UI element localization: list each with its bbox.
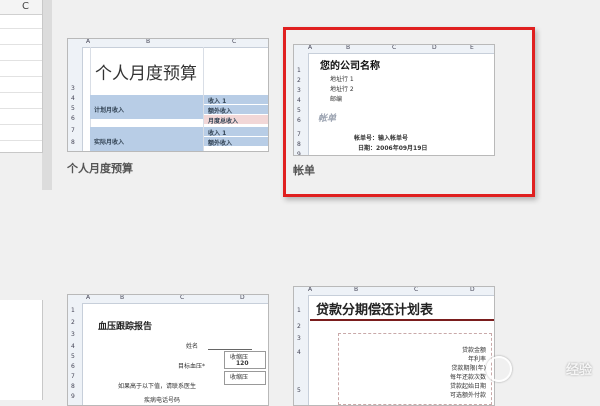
row-number: 3 xyxy=(71,331,75,338)
row-number: 5 xyxy=(297,387,301,394)
column-label: C xyxy=(414,286,419,293)
column-label: A xyxy=(86,294,91,301)
row-number: 1 xyxy=(71,307,75,314)
field-label: 目标血压* xyxy=(178,363,206,370)
grid-line xyxy=(0,124,42,125)
template-caption[interactable]: 帐单 xyxy=(293,162,315,178)
template-thumbnail-partial[interactable] xyxy=(0,300,43,400)
row-header: 1 2 3 4 5 6 7 8 9 xyxy=(68,303,83,405)
row-number: 7 xyxy=(71,127,75,134)
cell-label: 月度总收入 xyxy=(208,118,239,125)
template-thumbnail-blood-pressure[interactable]: A B C D 1 2 3 4 5 6 7 8 9 血压跟踪报告 姓名 收缩压 … xyxy=(67,294,269,406)
template-title: 个人月度预算 xyxy=(95,64,197,84)
row-number: 4 xyxy=(71,343,75,350)
watermark-icon xyxy=(486,356,512,382)
column-label: C xyxy=(232,38,237,45)
field-label: 姓名 xyxy=(186,343,199,350)
column-header: A B C xyxy=(68,39,268,48)
column-label: B xyxy=(354,286,359,293)
loan-field: 贷款起始日期 xyxy=(449,383,486,390)
column-header: C xyxy=(0,0,42,15)
template-caption[interactable]: 个人月度预算 xyxy=(67,160,133,176)
column-label: D xyxy=(240,294,245,301)
cell-label: 额外收入 xyxy=(208,108,233,115)
row-label: 计划月收入 xyxy=(94,107,125,114)
grid-line xyxy=(0,28,42,29)
column-header: A B C D xyxy=(294,287,494,296)
selection-highlight xyxy=(283,27,535,197)
row-number: 8 xyxy=(71,139,75,146)
grid-line xyxy=(0,44,42,45)
row-number: 4 xyxy=(71,95,75,102)
row-number: 5 xyxy=(71,353,75,360)
template-thumbnail-loan-amortization[interactable]: A B C D 1 2 3 4 5 贷款分期偿还计划表 贷款金额 年利率 贷款期… xyxy=(293,286,495,406)
title-underline xyxy=(310,319,494,321)
row-number: 5 xyxy=(71,105,75,112)
column-label: A xyxy=(86,38,91,45)
row-number: 4 xyxy=(297,349,301,356)
row-number: 9 xyxy=(71,393,75,400)
row-header: 1 2 3 4 5 xyxy=(294,295,309,405)
grid-line xyxy=(0,60,42,61)
column-label: C xyxy=(22,1,29,12)
row-number: 6 xyxy=(71,363,75,370)
column-header: A B C D xyxy=(68,295,268,304)
grid-line xyxy=(0,108,42,109)
cell-label: 收入 1 xyxy=(208,98,227,105)
template-title: 贷款分期偿还计划表 xyxy=(316,303,434,318)
target-value: 120 xyxy=(236,360,249,367)
row-number: 7 xyxy=(71,373,75,380)
column-label: B xyxy=(146,38,151,45)
grid-line xyxy=(0,76,42,77)
loan-field: 贷款期限(年) xyxy=(451,365,486,372)
row-number: 3 xyxy=(71,85,75,92)
row-number: 6 xyxy=(71,115,75,122)
row-number: 2 xyxy=(297,323,301,330)
row-number: 1 xyxy=(297,307,301,314)
template-title: 血压跟踪报告 xyxy=(98,322,153,332)
cell-label: 额外收入 xyxy=(208,140,233,147)
template-thumbnail-personal-budget[interactable]: A B C 3 4 5 6 7 8 个人月度预算 计划月收入 实际月收入 收入 … xyxy=(67,38,269,152)
instruction-text: 如果高于以下值，请联系医生 xyxy=(118,383,197,390)
row-label: 实际月收入 xyxy=(94,139,125,146)
row-number: 3 xyxy=(297,335,301,342)
row-header: 3 4 5 6 7 8 xyxy=(68,47,83,151)
watermark-text: 经验 xyxy=(565,363,592,378)
column-label: D xyxy=(470,286,475,293)
loan-field: 年利率 xyxy=(467,356,486,363)
row-number: 2 xyxy=(71,319,75,326)
grid-line xyxy=(0,92,42,93)
box-label: 收缩压 xyxy=(230,374,249,381)
loan-field: 每年还款次数 xyxy=(449,374,486,381)
column-label: A xyxy=(308,286,313,293)
loan-field: 贷款金额 xyxy=(461,347,486,354)
underline xyxy=(208,349,252,350)
cell-label: 收入 1 xyxy=(208,130,227,137)
column-label: C xyxy=(180,294,185,301)
grid-line xyxy=(0,140,42,141)
left-gutter xyxy=(42,0,52,190)
loan-field: 可选额外付款 xyxy=(449,392,486,399)
column-label: B xyxy=(120,294,125,301)
row-number: 8 xyxy=(71,383,75,390)
template-thumbnail-blank[interactable]: C xyxy=(0,0,43,153)
